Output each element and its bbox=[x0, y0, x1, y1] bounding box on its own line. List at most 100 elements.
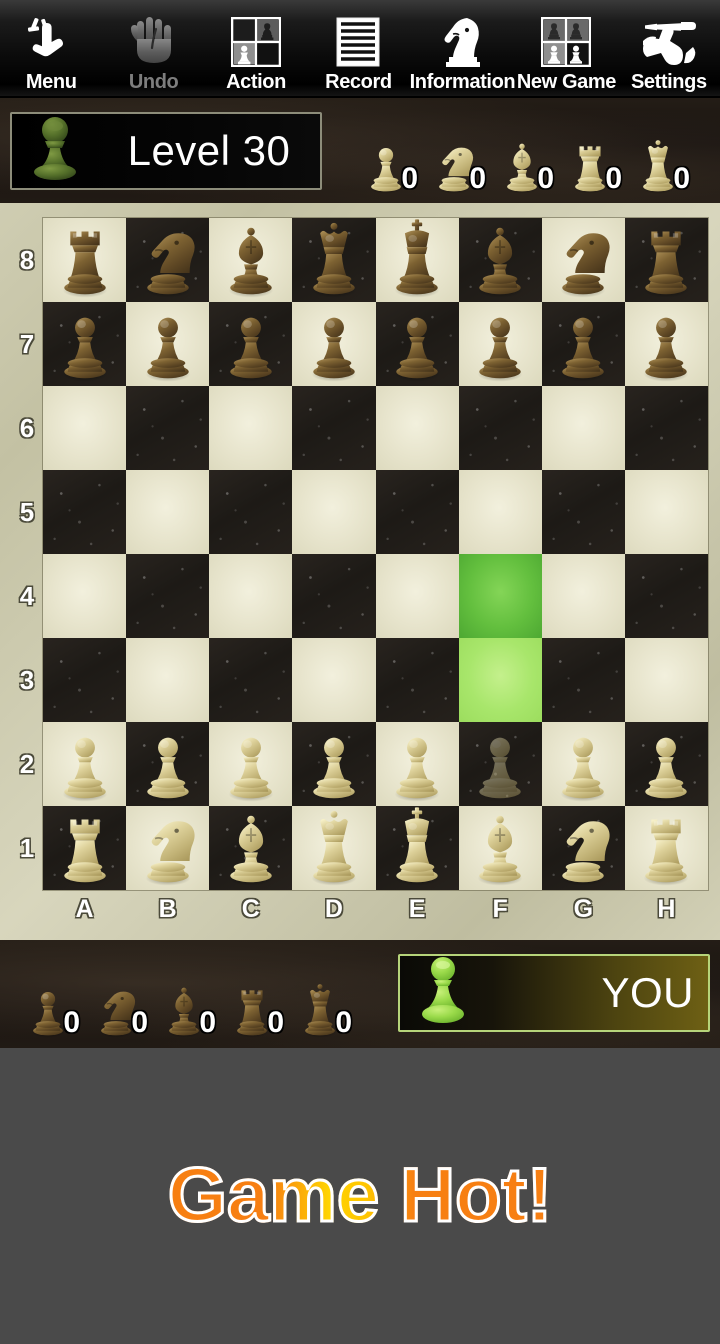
board-square-a1[interactable] bbox=[43, 806, 127, 890]
board-square-g3[interactable] bbox=[541, 638, 625, 722]
board-square-e1[interactable] bbox=[375, 806, 459, 890]
toolbar-item-label: Settings bbox=[630, 71, 707, 93]
board-square-b2[interactable] bbox=[126, 722, 210, 806]
board-square-c7[interactable] bbox=[209, 302, 293, 386]
captured-pawn-counter: 0 bbox=[14, 948, 82, 1040]
board-square-b8[interactable] bbox=[126, 218, 210, 302]
board-square-h7[interactable] bbox=[624, 302, 708, 386]
board-square-f6[interactable] bbox=[458, 386, 542, 470]
captured-count: 0 bbox=[673, 162, 690, 195]
toolbar-item-label: Menu bbox=[25, 71, 77, 93]
board-square-g2[interactable] bbox=[541, 722, 625, 806]
board-square-a2[interactable] bbox=[43, 722, 127, 806]
captured-bishop-counter: 0 bbox=[488, 104, 556, 196]
board-square-f3[interactable] bbox=[458, 638, 542, 722]
board-square-d1[interactable] bbox=[292, 806, 376, 890]
board-square-d6[interactable] bbox=[292, 386, 376, 470]
captured-rook-counter: 0 bbox=[218, 948, 286, 1040]
board-square-h5[interactable] bbox=[624, 470, 708, 554]
board-square-e2[interactable] bbox=[375, 722, 459, 806]
toolbar-settings[interactable]: Settings bbox=[618, 0, 720, 96]
board-square-c6[interactable] bbox=[209, 386, 293, 470]
board-square-b6[interactable] bbox=[126, 386, 210, 470]
board-square-h6[interactable] bbox=[624, 386, 708, 470]
toolbar-record[interactable]: Record bbox=[307, 0, 409, 96]
document-lines-icon bbox=[335, 14, 381, 70]
board-square-a5[interactable] bbox=[43, 470, 127, 554]
board-square-h1[interactable] bbox=[624, 806, 708, 890]
board-square-b4[interactable] bbox=[126, 554, 210, 638]
board-square-e5[interactable] bbox=[375, 470, 459, 554]
chess-board-container: 87654321 A B C D E F G H bbox=[0, 203, 720, 940]
toolbar-item-label: Undo bbox=[128, 71, 179, 93]
captured-count: 0 bbox=[267, 1006, 284, 1039]
toolbar-action[interactable]: Action bbox=[205, 0, 307, 96]
board-square-g7[interactable] bbox=[541, 302, 625, 386]
board-square-a8[interactable] bbox=[43, 218, 127, 302]
board-square-h3[interactable] bbox=[624, 638, 708, 722]
board-square-f2[interactable] bbox=[458, 722, 542, 806]
rank-labels: 8 7 6 5 4 3 2 1 bbox=[12, 218, 42, 890]
board-square-g6[interactable] bbox=[541, 386, 625, 470]
toolbar-new-game[interactable]: New Game bbox=[515, 0, 617, 96]
toolbar: Menu Undo Action Record Information New … bbox=[0, 0, 720, 98]
board-square-c8[interactable] bbox=[209, 218, 293, 302]
board-square-e8[interactable] bbox=[375, 218, 459, 302]
board-square-g5[interactable] bbox=[541, 470, 625, 554]
captured-count: 0 bbox=[605, 162, 622, 195]
board-square-a4[interactable] bbox=[43, 554, 127, 638]
board-square-g4[interactable] bbox=[541, 554, 625, 638]
captured-queen-counter: 0 bbox=[286, 948, 354, 1040]
board-square-e4[interactable] bbox=[375, 554, 459, 638]
file-label-F: F bbox=[492, 894, 508, 923]
knight-head-icon bbox=[437, 14, 487, 70]
board-square-f4[interactable] bbox=[458, 554, 542, 638]
board-square-e6[interactable] bbox=[375, 386, 459, 470]
board-square-e7[interactable] bbox=[375, 302, 459, 386]
board-square-f1[interactable] bbox=[458, 806, 542, 890]
board-square-g1[interactable] bbox=[541, 806, 625, 890]
board-square-f7[interactable] bbox=[458, 302, 542, 386]
board-square-c3[interactable] bbox=[209, 638, 293, 722]
rank-label-8: 8 bbox=[19, 245, 35, 275]
toolbar-information[interactable]: Information bbox=[410, 0, 516, 96]
board-square-h8[interactable] bbox=[624, 218, 708, 302]
board-square-e3[interactable] bbox=[375, 638, 459, 722]
board-square-g8[interactable] bbox=[541, 218, 625, 302]
board-square-a3[interactable] bbox=[43, 638, 127, 722]
rank-label-5: 5 bbox=[19, 497, 35, 527]
file-label-E: E bbox=[408, 894, 426, 923]
board-square-d4[interactable] bbox=[292, 554, 376, 638]
board-square-a6[interactable] bbox=[43, 386, 127, 470]
board-square-b3[interactable] bbox=[126, 638, 210, 722]
opponent-panel[interactable]: Level 30 bbox=[10, 112, 322, 190]
board-square-b1[interactable] bbox=[126, 806, 210, 890]
opponent-captured-tray: 0 0 0 0 0 bbox=[352, 104, 692, 196]
board-square-d7[interactable] bbox=[292, 302, 376, 386]
captured-count: 0 bbox=[335, 1006, 352, 1039]
board-square-f8[interactable] bbox=[458, 218, 542, 302]
board-square-d3[interactable] bbox=[292, 638, 376, 722]
chess-board[interactable] bbox=[43, 218, 708, 890]
board-square-d8[interactable] bbox=[292, 218, 376, 302]
toolbar-undo[interactable]: Undo bbox=[102, 0, 204, 96]
board-square-b5[interactable] bbox=[126, 470, 210, 554]
hand-tap-icon bbox=[24, 14, 78, 70]
board-square-c1[interactable] bbox=[209, 806, 293, 890]
board-square-f5[interactable] bbox=[458, 470, 542, 554]
board-square-h4[interactable] bbox=[624, 554, 708, 638]
board-square-d5[interactable] bbox=[292, 470, 376, 554]
board-square-h2[interactable] bbox=[624, 722, 708, 806]
file-labels: A B C D E F G H bbox=[43, 892, 708, 926]
board-square-d2[interactable] bbox=[292, 722, 376, 806]
file-label-H: H bbox=[657, 894, 676, 923]
ad-banner[interactable]: Game Hot! bbox=[0, 1048, 720, 1344]
board-square-c2[interactable] bbox=[209, 722, 293, 806]
captured-knight-counter: 0 bbox=[420, 104, 488, 196]
board-square-a7[interactable] bbox=[43, 302, 127, 386]
board-square-b7[interactable] bbox=[126, 302, 210, 386]
board-square-c5[interactable] bbox=[209, 470, 293, 554]
toolbar-menu[interactable]: Menu bbox=[0, 0, 102, 96]
player-panel[interactable]: YOU bbox=[398, 954, 710, 1032]
board-square-c4[interactable] bbox=[209, 554, 293, 638]
